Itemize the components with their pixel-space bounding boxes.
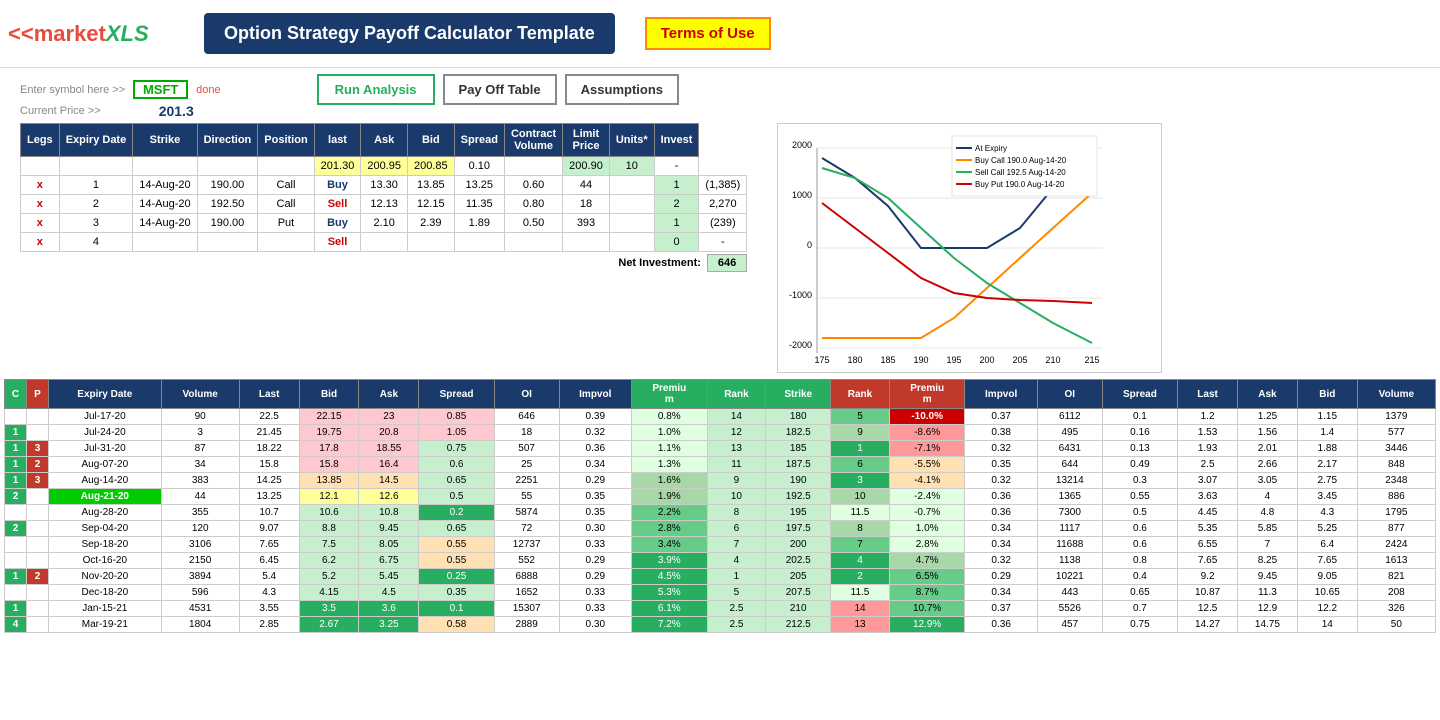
app-logo: <<marketXLS (8, 21, 188, 47)
th-last-main: Last (239, 380, 299, 409)
table-row: Jul-17-209022.522.15230.856460.390.8%141… (5, 409, 1436, 425)
th-last-put: Last (1178, 380, 1238, 409)
svg-text:215: 215 (1085, 355, 1100, 365)
logo-market: <market (21, 21, 106, 47)
net-investment-value: 646 (707, 254, 747, 272)
done-label: done (196, 84, 220, 96)
th-rank-put: Rank (831, 380, 890, 409)
table-row: x 1 14-Aug-20 190.00 Call Buy 13.30 13.8… (21, 176, 747, 195)
th-strike: Strike (766, 380, 831, 409)
table-row: 4Mar-19-2118042.852.673.250.5828890.307.… (5, 617, 1436, 633)
th-ask-main: Ask (359, 380, 419, 409)
table-row: 13Aug-14-2038314.2513.8514.50.6522510.29… (5, 473, 1436, 489)
delete-leg2[interactable]: x (37, 198, 43, 210)
svg-text:205: 205 (1013, 355, 1028, 365)
svg-text:195: 195 (947, 355, 962, 365)
main-data-section: C P Expiry Date Volume Last Bid Ask Spre… (0, 375, 1440, 633)
terms-button[interactable]: Terms of Use (645, 17, 771, 50)
th-last: last (314, 124, 361, 157)
th-spread-main: Spread (419, 380, 494, 409)
th-legs: Legs (21, 124, 60, 157)
th-limit: LimitPrice (563, 124, 610, 157)
th-position: Position (258, 124, 314, 157)
main-options-table: C P Expiry Date Volume Last Bid Ask Spre… (4, 379, 1436, 633)
svg-text:190: 190 (914, 355, 929, 365)
delete-leg3[interactable]: x (37, 217, 43, 229)
th-premium-put: Premium (889, 380, 964, 409)
payoff-chart: 2000 1000 0 -1000 -2000 175 180 185 190 … (777, 123, 1162, 373)
th-p: P (27, 380, 49, 409)
chart-svg: 2000 1000 0 -1000 -2000 175 180 185 190 … (782, 128, 1157, 368)
legs-table: Legs Expiry Date Strike Direction Positi… (20, 123, 747, 252)
table-row: 201.30 200.95 200.85 0.10 200.90 10 - (21, 157, 747, 176)
th-bid: Bid (407, 124, 454, 157)
logo-xls: XLS (106, 21, 149, 47)
th-bid-put: Bid (1297, 380, 1357, 409)
svg-text:0: 0 (807, 240, 812, 250)
table-row: 2Aug-21-204413.2512.112.60.5550.351.9%10… (5, 489, 1436, 505)
delete-leg4[interactable]: x (37, 236, 43, 248)
th-bid-main: Bid (299, 380, 359, 409)
table-row: 1Jul-24-20321.4519.7520.81.05180.321.0%1… (5, 425, 1436, 441)
th-volume-put: Volume (1357, 380, 1435, 409)
svg-text:-1000: -1000 (789, 290, 812, 300)
table-row: x 3 14-Aug-20 190.00 Put Buy 2.10 2.39 1… (21, 214, 747, 233)
svg-text:Buy Put 190.0 Aug-14-20: Buy Put 190.0 Aug-14-20 (975, 180, 1065, 189)
th-spread-put: Spread (1102, 380, 1177, 409)
svg-text:-2000: -2000 (789, 340, 812, 350)
table-row: 13Jul-31-208718.2217.818.550.755070.361.… (5, 441, 1436, 457)
table-row: 12Nov-20-2038945.45.25.450.2568880.294.5… (5, 569, 1436, 585)
th-invest: Invest (654, 124, 699, 157)
svg-text:Sell Call 192.5 Aug-14-20: Sell Call 192.5 Aug-14-20 (975, 168, 1066, 177)
svg-text:180: 180 (848, 355, 863, 365)
svg-text:175: 175 (815, 355, 830, 365)
th-ask: Ask (361, 124, 408, 157)
current-price-label: Current Price >> (20, 105, 101, 117)
th-impvol-put: Impvol (965, 380, 1038, 409)
payoff-table-button[interactable]: Pay Off Table (443, 74, 557, 105)
legs-table-section: Legs Expiry Date Strike Direction Positi… (20, 123, 747, 373)
table-row: 2Sep-04-201209.078.89.450.65720.302.8%61… (5, 521, 1436, 537)
th-rank-call: Rank (707, 380, 766, 409)
table-row: x 4 Sell 0 - (21, 233, 747, 252)
th-volume: Volume (161, 380, 239, 409)
svg-text:200: 200 (980, 355, 995, 365)
th-units: Units* (609, 124, 654, 157)
assumptions-button[interactable]: Assumptions (565, 74, 679, 105)
th-oi: OI (494, 380, 559, 409)
svg-text:At Expiry: At Expiry (975, 144, 1007, 153)
table-row: x 2 14-Aug-20 192.50 Call Sell 12.13 12.… (21, 195, 747, 214)
th-ask-put: Ask (1238, 380, 1298, 409)
symbol-input[interactable] (133, 80, 188, 99)
current-price-value: 201.3 (159, 103, 194, 119)
table-row: 12Aug-07-203415.815.816.40.6250.341.3%11… (5, 457, 1436, 473)
th-expiry: Expiry Date (59, 124, 133, 157)
th-c: C (5, 380, 27, 409)
th-impvol: Impvol (559, 380, 632, 409)
app-title: Option Strategy Payoff Calculator Templa… (204, 13, 615, 54)
th-premium: Premium (632, 380, 707, 409)
svg-text:210: 210 (1046, 355, 1061, 365)
th-strike: Strike (133, 124, 197, 157)
delete-leg1[interactable]: x (37, 179, 43, 191)
table-row: Dec-18-205964.34.154.50.3516520.335.3%52… (5, 585, 1436, 601)
table-row: 1Jan-15-2145313.553.53.60.1153070.336.1%… (5, 601, 1436, 617)
th-spread: Spread (454, 124, 504, 157)
run-analysis-button[interactable]: Run Analysis (317, 74, 435, 105)
logo-bracket: < (8, 21, 21, 47)
th-cvol: ContractVolume (504, 124, 562, 157)
svg-text:2000: 2000 (792, 140, 812, 150)
th-direction: Direction (197, 124, 258, 157)
net-investment-label: Net Investment: (618, 257, 701, 269)
enter-symbol-label: Enter symbol here >> (20, 84, 125, 96)
table-row: Aug-28-2035510.710.610.80.258740.352.2%8… (5, 505, 1436, 521)
svg-text:185: 185 (881, 355, 896, 365)
table-row: Oct-16-2021506.456.26.750.555520.293.9%4… (5, 553, 1436, 569)
th-expiry-date: Expiry Date (49, 380, 162, 409)
th-oi-put: OI (1037, 380, 1102, 409)
svg-text:Buy Call 190.0 Aug-14-20: Buy Call 190.0 Aug-14-20 (975, 156, 1067, 165)
svg-text:1000: 1000 (792, 190, 812, 200)
table-row: Sep-18-2031067.657.58.050.55127370.333.4… (5, 537, 1436, 553)
